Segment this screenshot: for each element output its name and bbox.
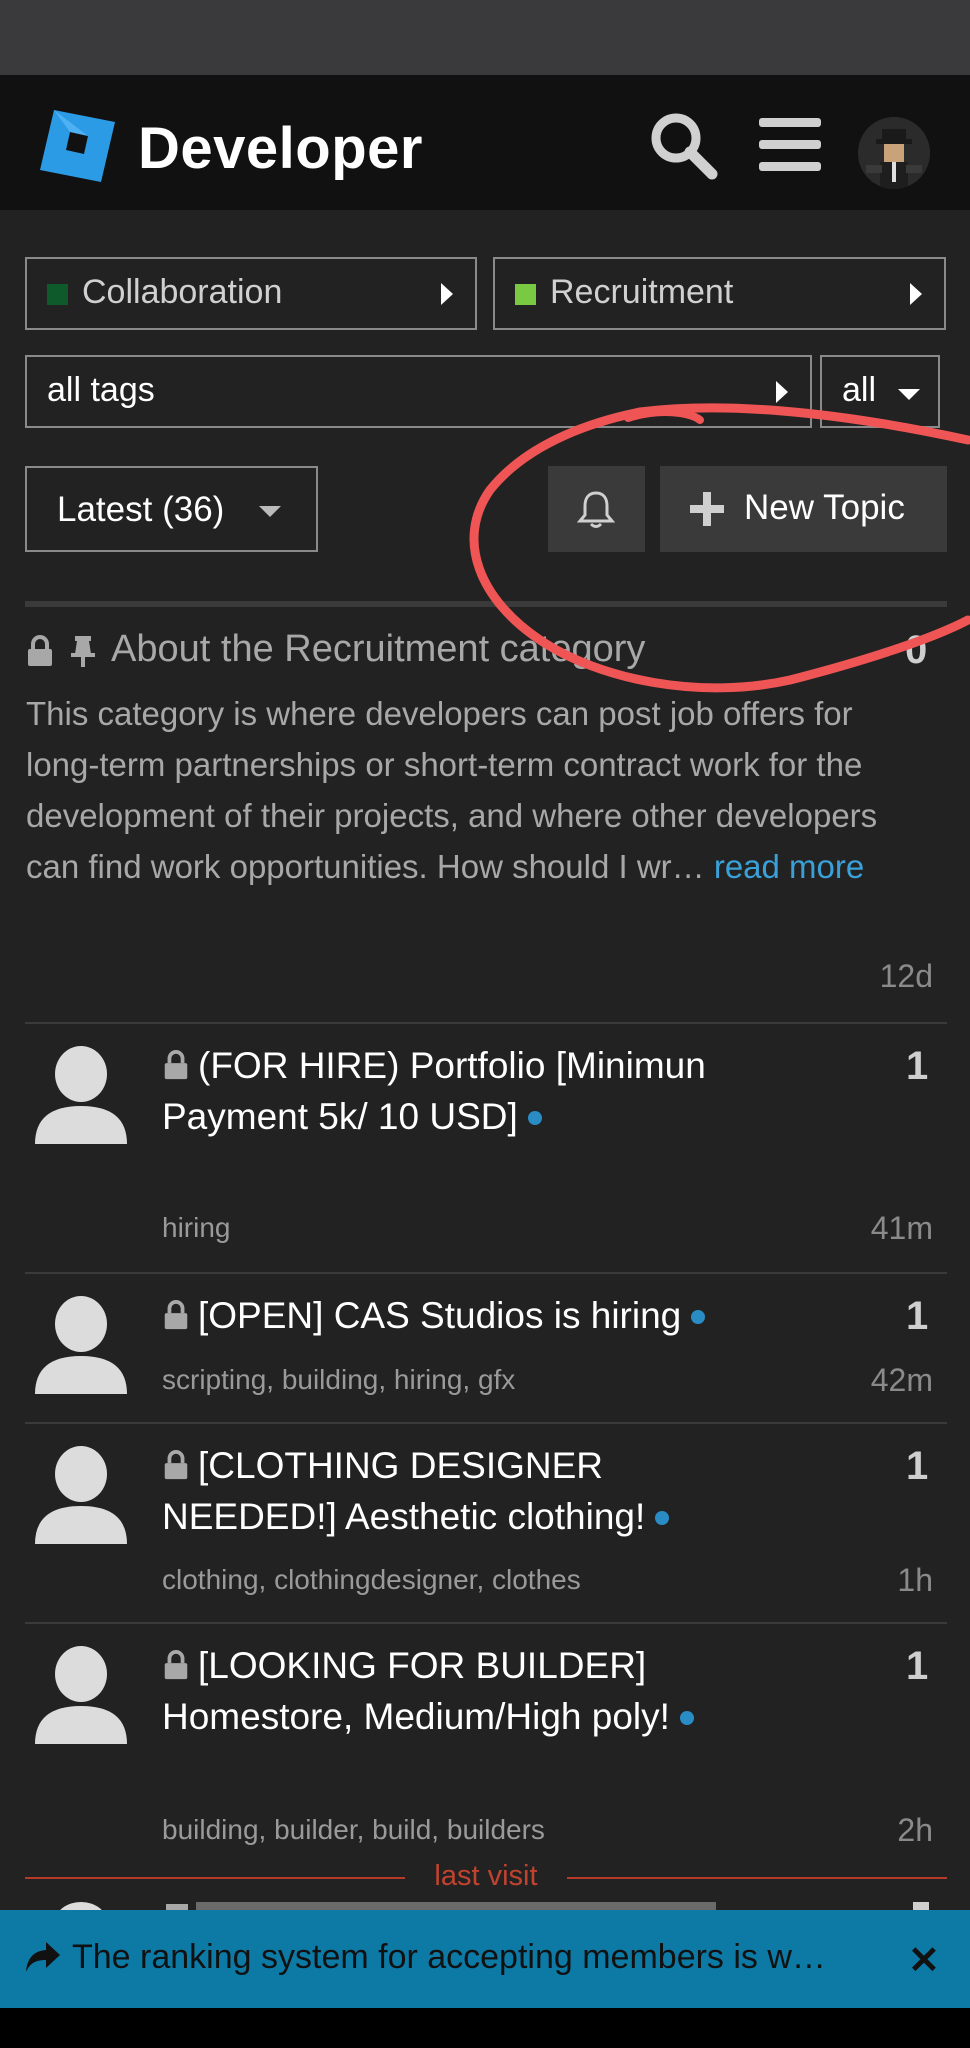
- topic-title[interactable]: [LOOKING FOR BUILDER] Homestore, Medium/…: [162, 1640, 722, 1742]
- row-divider: [25, 1422, 947, 1424]
- lock-icon: [28, 634, 52, 666]
- system-navigation-bar: [0, 2008, 970, 2048]
- new-topic-label: New Topic: [744, 488, 905, 527]
- site-header: Developer: [0, 75, 970, 210]
- banner-text[interactable]: The ranking system for accepting members…: [72, 1938, 826, 1977]
- row-divider: [25, 1272, 947, 1274]
- unread-dot: [655, 1511, 670, 1525]
- reply-count: 0: [905, 628, 928, 672]
- topic-tags[interactable]: building, builder, build, builders: [162, 1814, 545, 1846]
- lock-icon: [164, 1650, 188, 1680]
- last-visit-separator: last visit: [25, 1860, 947, 1896]
- topic-title-text: [CLOTHING DESIGNER NEEDED!] Aesthetic cl…: [162, 1445, 646, 1537]
- latest-dropdown[interactable]: Latest (36): [25, 466, 318, 552]
- partially-visible-topic-row: [0, 1896, 970, 1910]
- notification-bell-button[interactable]: [548, 466, 645, 552]
- announcement-banner[interactable]: The ranking system for accepting members…: [0, 1910, 970, 2008]
- separator-line: [567, 1877, 947, 1879]
- caret-right-icon: [910, 283, 922, 305]
- default-avatar-icon[interactable]: [33, 1644, 129, 1748]
- topic-title-text: [OPEN] CAS Studios is hiring: [198, 1295, 682, 1336]
- all-filter-label: all: [842, 371, 877, 409]
- user-avatar[interactable]: [858, 117, 930, 189]
- breadcrumb-label: Recruitment: [550, 273, 734, 311]
- topic-tags[interactable]: hiring: [162, 1212, 230, 1244]
- pin-icon: [70, 635, 95, 667]
- unread-dot: [527, 1111, 542, 1125]
- breadcrumb-recruitment[interactable]: Recruitment: [493, 257, 946, 330]
- reply-count: 1: [906, 1294, 929, 1338]
- list-divider: [25, 601, 947, 607]
- topic-tags[interactable]: scripting, building, hiring, gfx: [162, 1364, 515, 1396]
- category-color-badge: [47, 284, 68, 305]
- caret-down-icon: [259, 506, 281, 517]
- lock-icon: [164, 1300, 188, 1330]
- developer-logo-icon[interactable]: [40, 110, 115, 182]
- share-arrow-icon: [26, 1942, 60, 1972]
- brand-title[interactable]: Developer: [138, 115, 423, 182]
- reply-count: 1: [906, 1444, 929, 1488]
- topic-title-text: (FOR HIRE) Portfolio [Minimun Payment 5k…: [162, 1045, 706, 1137]
- close-icon[interactable]: ✕: [908, 1938, 940, 1983]
- row-divider: [25, 1622, 947, 1624]
- topic-age: 42m: [870, 1362, 933, 1398]
- plus-icon: [690, 492, 724, 526]
- row-divider: [25, 1022, 947, 1024]
- unread-dot: [691, 1310, 706, 1324]
- tags-label: all tags: [47, 371, 155, 409]
- default-avatar-icon[interactable]: [33, 1294, 129, 1398]
- category-color-badge: [515, 284, 536, 305]
- all-filter-dropdown[interactable]: all: [820, 355, 940, 428]
- topic-title[interactable]: [CLOTHING DESIGNER NEEDED!] Aesthetic cl…: [162, 1440, 762, 1542]
- bell-icon: [577, 491, 615, 528]
- hamburger-menu-icon[interactable]: [755, 110, 825, 180]
- breadcrumb-label: Collaboration: [82, 273, 283, 311]
- pinned-topic-title[interactable]: About the Recruitment category: [26, 628, 645, 671]
- topic-age: 1h: [897, 1562, 933, 1598]
- pinned-excerpt: This category is where developers can po…: [26, 688, 906, 892]
- topic-title-text: [LOOKING FOR BUILDER] Homestore, Medium/…: [162, 1645, 670, 1737]
- status-bar: [0, 0, 970, 75]
- topic-tags[interactable]: clothing, clothingdesigner, clothes: [162, 1564, 581, 1596]
- lock-icon: [164, 1050, 188, 1080]
- reply-count: 1: [906, 1044, 929, 1088]
- unread-dot: [679, 1711, 694, 1725]
- topic-age: 2h: [897, 1812, 933, 1848]
- default-avatar-icon[interactable]: [33, 1044, 129, 1148]
- tags-dropdown[interactable]: all tags: [25, 355, 812, 428]
- caret-down-icon: [898, 389, 920, 400]
- read-more-link[interactable]: read more: [714, 848, 864, 885]
- reply-count: 1: [906, 1644, 929, 1688]
- topic-age: 12d: [879, 958, 933, 994]
- pinned-topic-title-text: About the Recruitment category: [111, 628, 646, 670]
- new-topic-button[interactable]: New Topic: [660, 466, 947, 552]
- topic-title[interactable]: (FOR HIRE) Portfolio [Minimun Payment 5k…: [162, 1040, 762, 1142]
- caret-right-icon: [776, 381, 788, 403]
- topic-title[interactable]: [OPEN] CAS Studios is hiring: [162, 1290, 802, 1341]
- search-icon[interactable]: [648, 110, 718, 180]
- lock-icon: [164, 1450, 188, 1480]
- breadcrumb-collaboration[interactable]: Collaboration: [25, 257, 477, 330]
- caret-right-icon: [441, 283, 453, 305]
- latest-label: Latest (36): [57, 490, 225, 529]
- topic-age: 41m: [870, 1210, 933, 1246]
- default-avatar-icon[interactable]: [33, 1444, 129, 1548]
